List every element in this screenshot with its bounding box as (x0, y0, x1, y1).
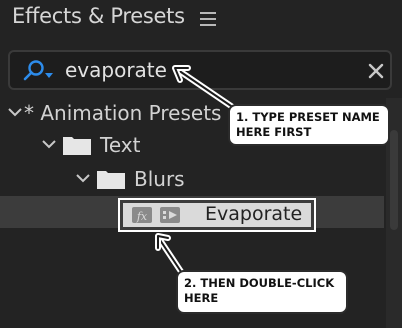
tree-item-label: * Animation Presets (24, 101, 222, 125)
callout-double-click: 2. THEN DOUBLE-CLICK HERE (176, 270, 348, 314)
svg-text:fx: fx (136, 210, 148, 223)
search-icon[interactable] (22, 59, 56, 83)
folder-icon (63, 137, 91, 155)
callout-line: HERE (184, 291, 219, 305)
callout-line: 1. TYPE PRESET NAME (236, 110, 380, 124)
tree-item-label: Blurs (134, 167, 185, 191)
callout-line: 2. THEN DOUBLE-CLICK (184, 276, 335, 290)
search-input[interactable]: evaporate (8, 50, 392, 90)
chevron-down-icon[interactable] (42, 139, 56, 149)
hamburger-menu-icon[interactable] (200, 12, 216, 26)
callout-type-preset: 1. TYPE PRESET NAME HERE FIRST (228, 104, 390, 146)
preset-item[interactable]: fx Evaporate (123, 203, 311, 227)
chevron-down-icon[interactable] (8, 107, 22, 117)
callout-line: HERE FIRST (236, 125, 312, 139)
search-row: evaporate (0, 44, 402, 98)
panel-header: Effects & Presets (0, 0, 402, 40)
animation-preset-icon (160, 207, 180, 223)
close-icon[interactable] (367, 62, 385, 80)
preset-evaporate[interactable]: fx Evaporate (118, 198, 316, 232)
scrollbar-thumb[interactable] (390, 130, 398, 230)
panel-title: Effects & Presets (12, 4, 185, 28)
fx-preset-icon: fx (132, 207, 152, 223)
tree-item-blurs[interactable]: Blurs (0, 164, 384, 196)
chevron-down-icon[interactable] (76, 173, 90, 183)
search-value[interactable]: evaporate (65, 58, 167, 82)
folder-icon (97, 171, 125, 189)
tree-item-label: Text (100, 133, 141, 157)
preset-label: Evaporate (205, 203, 303, 225)
